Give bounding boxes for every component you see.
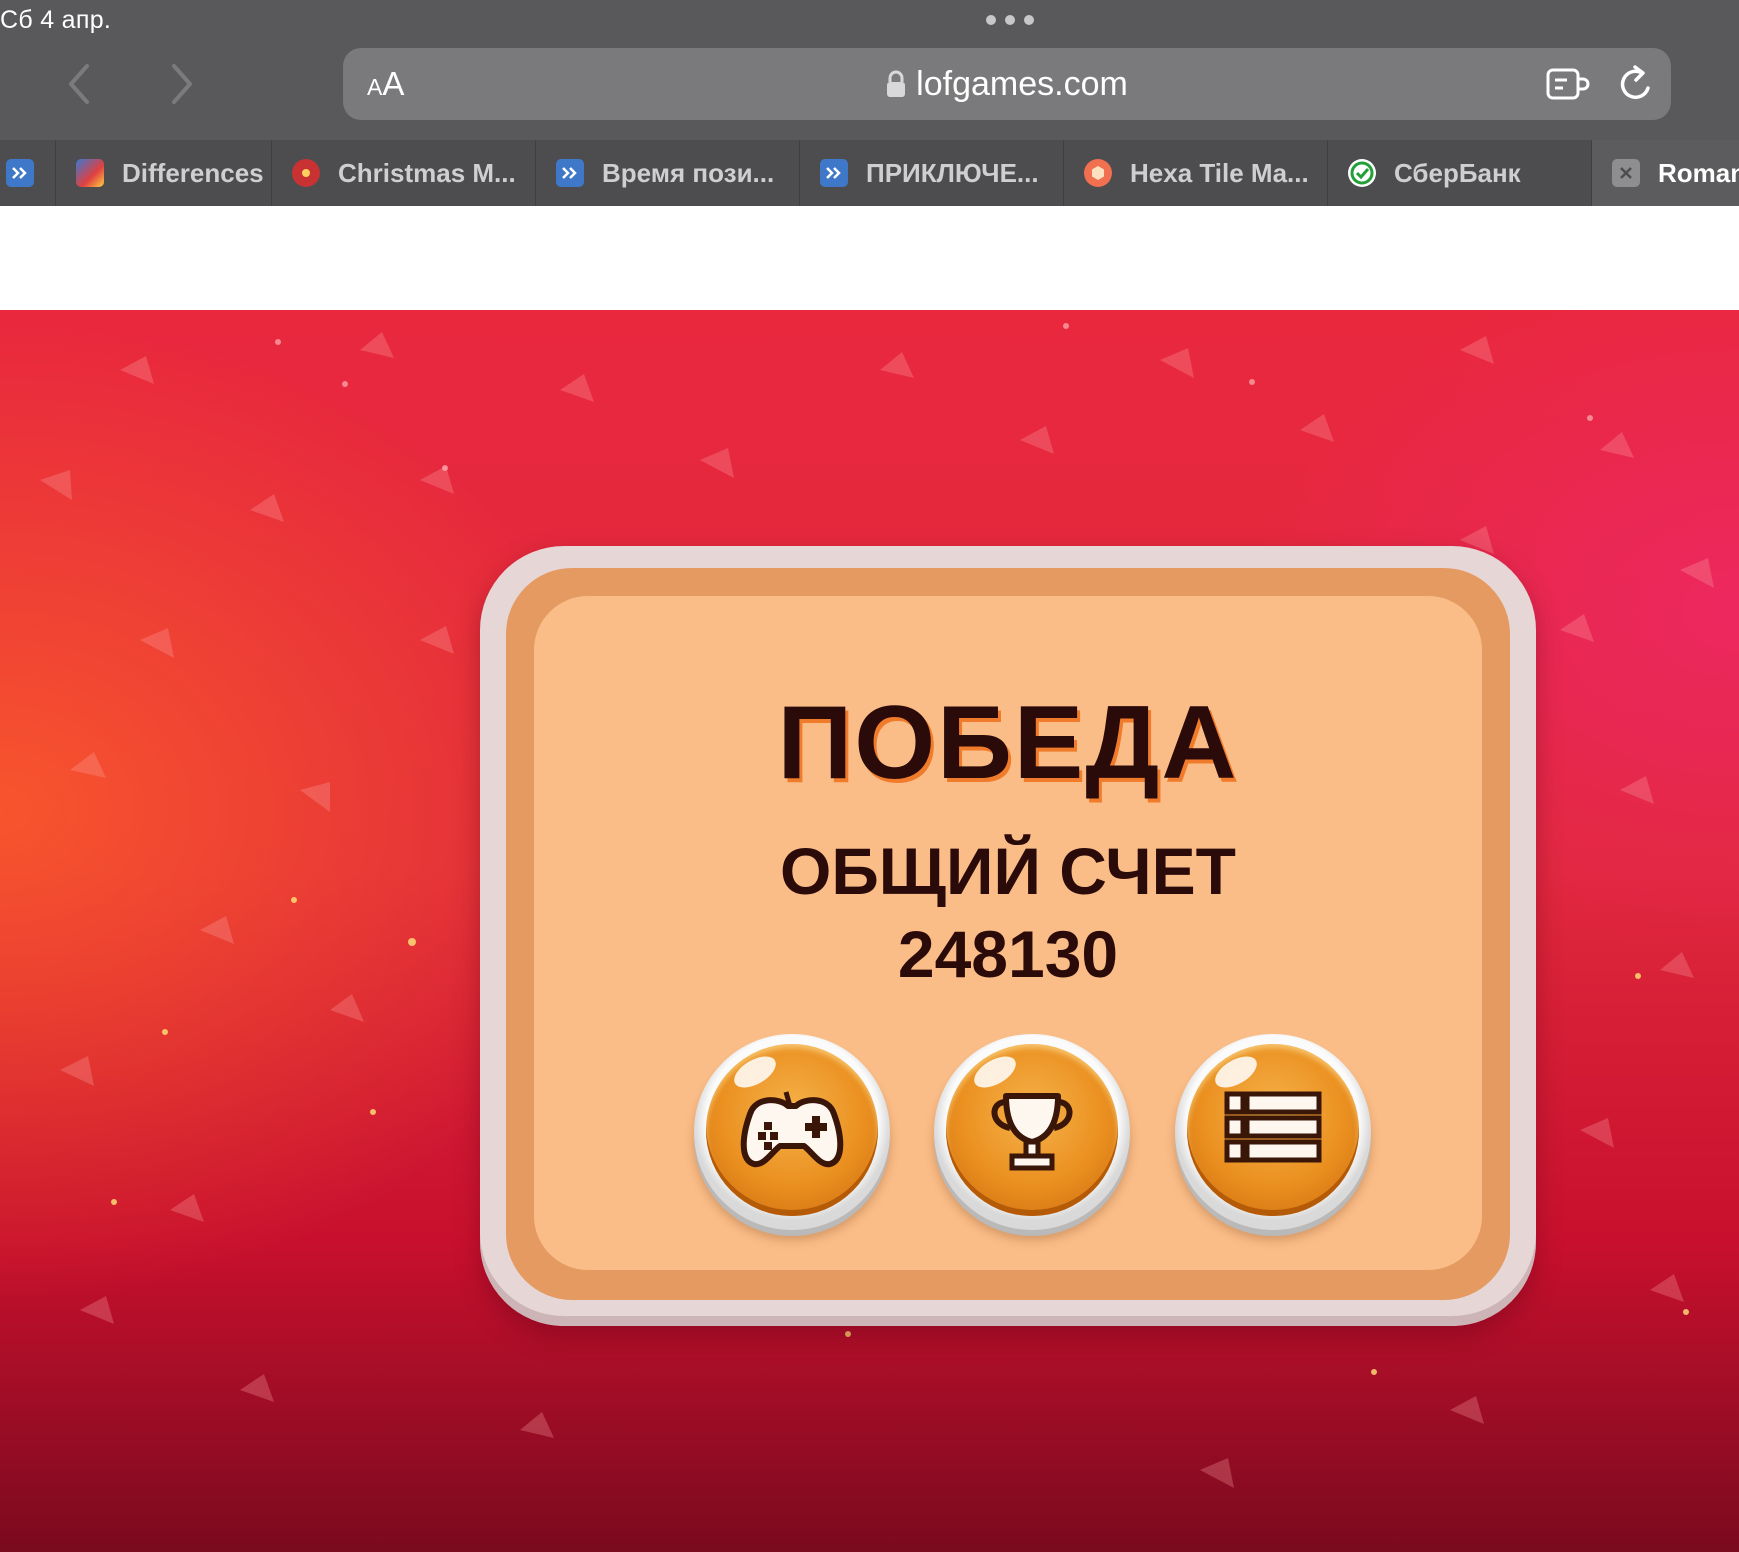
- chevron-left-icon: [69, 64, 89, 104]
- tab-label: ПРИКЛЮЧЕ...: [866, 157, 1039, 188]
- page-header-area: [0, 206, 1739, 310]
- game-canvas[interactable]: ПОБЕДА ОБЩИЙ СЧЕТ 248130: [0, 310, 1739, 1552]
- total-score-value: 248130: [897, 917, 1119, 991]
- tab-vremya[interactable]: Время пози...: [536, 140, 800, 206]
- tab-label: Christmas M...: [338, 157, 516, 188]
- multitasking-dots-icon[interactable]: [986, 15, 1034, 25]
- play-again-button[interactable]: [694, 1034, 890, 1230]
- list-icon: [1224, 1091, 1322, 1163]
- tab-hexa[interactable]: Hexa Tile Ma...: [1064, 140, 1328, 206]
- tab-bar: Differences Christmas M... Время пози...…: [0, 140, 1739, 206]
- christmas-icon: [292, 159, 320, 187]
- tab-label: СберБанк: [1394, 157, 1521, 188]
- tab-sberbank[interactable]: СберБанк: [1328, 140, 1592, 206]
- forward-button[interactable]: [158, 60, 206, 108]
- victory-dialog: ПОБЕДА ОБЩИЙ СЧЕТ 248130: [480, 546, 1536, 1326]
- menu-button[interactable]: [1175, 1034, 1371, 1230]
- tab-1[interactable]: [0, 140, 56, 206]
- gamepad-icon: [740, 1091, 844, 1168]
- trophy-icon: [991, 1093, 1073, 1171]
- status-time: Сб 4 апр.: [0, 6, 112, 34]
- blue-arrows-icon: [6, 159, 34, 187]
- total-score-label: ОБЩИЙ СЧЕТ: [780, 834, 1236, 908]
- reader-view-button[interactable]: [1545, 64, 1591, 104]
- tab-label: Roman: [1658, 157, 1739, 188]
- reload-icon: [1620, 65, 1650, 100]
- blue-arrows-icon: [556, 159, 584, 187]
- tab-label: Время пози...: [602, 157, 775, 188]
- sber-icon: [1348, 159, 1376, 187]
- tab-differences[interactable]: Differences: [56, 140, 272, 206]
- tab-priklyuche[interactable]: ПРИКЛЮЧЕ...: [800, 140, 1064, 206]
- tab-christmas[interactable]: Christmas M...: [272, 140, 536, 206]
- address-bar[interactable]: AA lofgames.com: [343, 48, 1671, 120]
- tab-label: Hexa Tile Ma...: [1130, 157, 1309, 188]
- leaderboard-button[interactable]: [934, 1034, 1130, 1230]
- tab-roman-active[interactable]: Roman: [1592, 140, 1739, 206]
- close-icon[interactable]: [1612, 159, 1640, 187]
- hexa-icon: [1084, 159, 1112, 187]
- url-text: lofgames.com: [916, 65, 1128, 103]
- browser-toolbar: Сб 4 апр. AA lofgames.com Differences Ch…: [0, 0, 1739, 208]
- differences-game-icon: [76, 159, 104, 187]
- chevron-right-icon: [172, 64, 192, 104]
- reader-icon: [1546, 68, 1590, 100]
- lock-icon: [887, 70, 906, 97]
- back-button[interactable]: [55, 60, 103, 108]
- blue-arrows-icon: [820, 159, 848, 187]
- tab-label: Differences: [122, 157, 264, 188]
- reload-button[interactable]: [1615, 62, 1657, 106]
- victory-title: ПОБЕДА: [777, 685, 1239, 801]
